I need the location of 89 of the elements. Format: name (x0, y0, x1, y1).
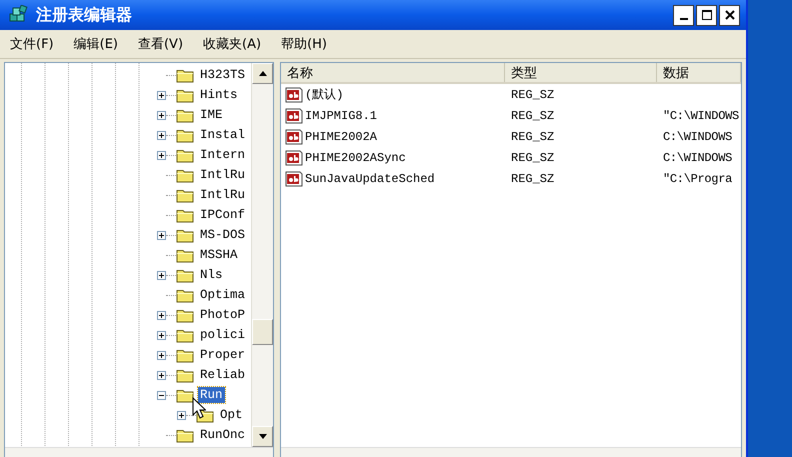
tree-item[interactable]: IPConf (198, 207, 248, 223)
folder-icon (176, 148, 194, 162)
folder-icon (176, 348, 194, 362)
tree-item[interactable]: Instal (198, 127, 248, 143)
expand-icon[interactable] (157, 150, 166, 160)
value-name: PHIME2002A (305, 130, 378, 144)
value-type: REG_SZ (511, 130, 554, 144)
expand-icon[interactable] (157, 230, 166, 240)
tree-item[interactable]: MS-DOS (198, 227, 248, 243)
folder-icon (176, 308, 194, 322)
tree-item[interactable]: Nls (198, 267, 225, 283)
tree-item[interactable]: IntlRu (198, 187, 248, 203)
expand-icon[interactable] (157, 110, 166, 120)
folder-icon (176, 208, 194, 222)
folder-icon (176, 88, 194, 102)
collapse-icon[interactable] (157, 390, 166, 400)
scroll-up-button[interactable] (252, 63, 273, 84)
up-arrow-icon (258, 71, 266, 76)
string-value-icon (285, 150, 303, 166)
folder-icon (176, 388, 194, 402)
folder-icon (176, 108, 194, 122)
scroll-thumb[interactable] (252, 319, 273, 345)
value-type: REG_SZ (511, 88, 554, 102)
expand-icon[interactable] (157, 330, 166, 340)
expand-icon[interactable] (157, 350, 166, 360)
expand-icon[interactable] (157, 130, 166, 140)
folder-icon (176, 228, 194, 242)
value-name: SunJavaUpdateSched (305, 172, 435, 186)
menu-item[interactable]: 收藏夹(A) (203, 35, 262, 53)
value-type: REG_SZ (511, 108, 554, 122)
value-data: C:\WINDOWS (663, 130, 732, 144)
tree-item[interactable]: Reliab (198, 367, 248, 383)
value-data: "C:\Progra (663, 172, 732, 186)
folder-icon (176, 248, 194, 262)
menu-item[interactable]: 编辑(E) (74, 35, 118, 53)
maximize-icon (702, 10, 712, 20)
expand-icon[interactable] (177, 410, 186, 420)
value-name: PHIME2002ASync (305, 150, 406, 164)
maximize-button[interactable] (696, 4, 717, 26)
value-data: C:\WINDOWS (663, 150, 732, 164)
expand-icon[interactable] (157, 310, 166, 320)
tree-item[interactable]: Optima (198, 287, 248, 303)
tree-item[interactable]: Proper (198, 347, 248, 363)
value-type: REG_SZ (511, 150, 554, 164)
minimize-icon (680, 18, 688, 20)
column-header[interactable]: 类型 (505, 63, 657, 82)
string-value-icon (285, 86, 303, 102)
close-icon (724, 10, 734, 20)
value-data: "C:\WINDOWS (663, 108, 739, 122)
folder-icon (176, 428, 194, 442)
tree-item[interactable]: Opt (218, 407, 245, 423)
tree-item[interactable]: PhotoP (198, 307, 248, 323)
expand-icon[interactable] (157, 270, 166, 280)
folder-icon (176, 368, 194, 382)
folder-icon (176, 288, 194, 302)
column-header[interactable]: 名称 (281, 63, 505, 82)
tree-item[interactable]: polici (198, 327, 248, 343)
vertical-scrollbar[interactable] (251, 63, 273, 447)
folder-icon (176, 188, 194, 202)
tree-item[interactable]: Intern (198, 147, 248, 163)
tree-item[interactable]: MSSHA (198, 247, 240, 263)
folder-icon (176, 128, 194, 142)
value-name: (默认) (305, 87, 344, 103)
expand-icon[interactable] (157, 370, 166, 380)
string-value-icon (285, 170, 303, 186)
string-value-icon (285, 108, 303, 124)
tree-item[interactable]: H323TS (198, 67, 248, 83)
expand-icon[interactable] (157, 90, 166, 100)
scroll-down-button[interactable] (252, 426, 273, 447)
tree-item[interactable]: IntlRu (198, 167, 248, 183)
tree-item[interactable]: Hints (198, 87, 240, 103)
column-header[interactable]: 数据 (657, 63, 741, 82)
window-title: 注册表编辑器 (36, 4, 132, 26)
tree-item[interactable]: IME (198, 107, 225, 123)
folder-icon (176, 328, 194, 342)
minimize-button[interactable] (673, 4, 694, 26)
value-type: REG_SZ (511, 172, 554, 186)
down-arrow-icon (258, 434, 266, 439)
string-value-icon (285, 128, 303, 144)
close-button[interactable] (719, 4, 740, 26)
mouse-pointer-icon (192, 397, 206, 419)
folder-icon (176, 168, 194, 182)
tree-item[interactable]: RunOnc (198, 427, 248, 443)
value-name: IMJPMIG8.1 (305, 108, 378, 122)
menu-item[interactable]: 文件(F) (10, 35, 54, 53)
menu-item[interactable]: 帮助(H) (281, 35, 327, 53)
folder-icon (176, 268, 194, 282)
folder-icon (176, 68, 194, 82)
menu-item[interactable]: 查看(V) (138, 35, 184, 53)
